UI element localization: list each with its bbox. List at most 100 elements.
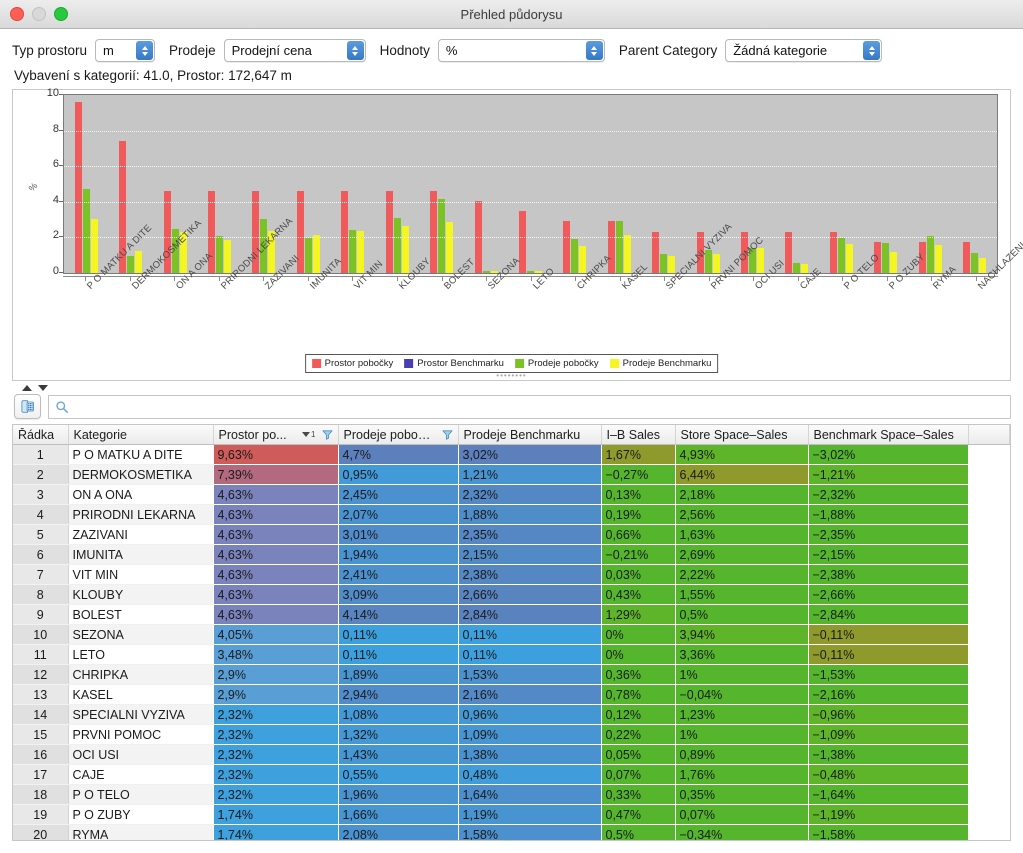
cell-store-sales: 2,07%: [338, 504, 459, 525]
cell-store-sales: 1,32%: [338, 724, 459, 745]
maximize-window-button[interactable]: [54, 7, 68, 21]
x-label-cell: ZAZIVANI: [241, 253, 302, 370]
column-header-sls[interactable]: Prodeje pobočky: [338, 425, 459, 445]
cell-benchmark-space-sales: −0,96%: [808, 704, 969, 725]
cell-benchmark-space-sales: −2,32%: [808, 484, 969, 505]
chevron-updown-icon[interactable]: [136, 41, 154, 60]
search-input[interactable]: [75, 398, 1010, 415]
data-table: Řádka Kategorie Prostor po... 1 Prodeje pobo…: [13, 425, 1010, 840]
column-header-sp[interactable]: Prostor po... 1: [213, 425, 339, 445]
pane-splitter[interactable]: [0, 381, 1023, 394]
values-value: %: [445, 43, 458, 58]
table-row[interactable]: 17 CAJE 2,32% 0,55% 0,48% 0,07% 1,76% −0,48%: [13, 764, 1010, 785]
cell-store-space-sales: 0,89%: [675, 744, 809, 765]
cell-store-space: 4,05%: [213, 624, 339, 645]
bar-group: [597, 95, 641, 273]
bar-prodeje-pobočky: [571, 239, 579, 273]
legend-item[interactable]: Prodeje pobočky: [514, 358, 599, 369]
table-row[interactable]: 20 RYMA 1,74% 2,08% 1,58% 0,5% −0,34% −1,58%: [13, 824, 1010, 840]
cell-benchmark-space-sales: −1,19%: [808, 804, 969, 825]
cell-row-number: 14: [13, 704, 69, 725]
cell-row-number: 8: [13, 584, 69, 605]
cell-category: ON A ONA: [68, 484, 214, 505]
search-icon: [56, 400, 69, 413]
cell-store-sales: 1,43%: [338, 744, 459, 765]
legend-item[interactable]: Prodeje Benchmarku: [609, 358, 711, 369]
cell-category: PRVNI POMOC: [68, 724, 214, 745]
cell-store-space-sales: 2,56%: [675, 504, 809, 525]
cell-spacer: [968, 464, 1010, 485]
grid-line: [64, 237, 997, 239]
cell-store-space: 9,63%: [213, 444, 339, 465]
parent-category-label: Parent Category: [618, 43, 718, 58]
cell-spacer: [968, 604, 1010, 625]
sort-indicator[interactable]: 1: [297, 430, 316, 439]
table-row[interactable]: 8 KLOUBY 4,63% 3,09% 2,66% 0,43% 1,55% −2,66%: [13, 584, 1010, 605]
values-select[interactable]: %: [437, 39, 605, 62]
filter-funnel-icon[interactable]: [322, 429, 333, 440]
table-row[interactable]: 18 P O TELO 2,32% 1,96% 1,64% 0,33% 0,35% −1,64…: [13, 784, 1010, 805]
chevron-updown-icon[interactable]: [863, 41, 881, 60]
table-row[interactable]: 7 VIT MIN 4,63% 2,41% 2,38% 0,03% 2,22% −2,38%: [13, 564, 1010, 585]
legend-item[interactable]: Prostor pobočky: [311, 358, 393, 369]
resize-grip-icon[interactable]: ••••••••: [496, 371, 526, 380]
chevron-updown-icon[interactable]: [585, 41, 603, 60]
cell-benchmark-space-sales: −1,38%: [808, 744, 969, 765]
legend-item[interactable]: Prostor Benchmarku: [404, 358, 504, 369]
table-row[interactable]: 2 DERMOKOSMETIKA 7,39% 0,95% 1,21% −0,27% 6,44…: [13, 464, 1010, 485]
search-field[interactable]: [48, 394, 1011, 419]
column-header-bsls[interactable]: Prodeje Benchmarku: [458, 425, 602, 445]
table-row[interactable]: 9 BOLEST 4,63% 4,14% 2,84% 1,29% 0,5% −2,84%: [13, 604, 1010, 625]
window-controls[interactable]: [10, 0, 68, 28]
column-header-ss[interactable]: Store Space–Sales: [675, 425, 809, 445]
cell-row-number: 20: [13, 824, 69, 840]
table-view-button[interactable]: [14, 394, 41, 419]
filter-funnel-icon[interactable]: [442, 429, 453, 440]
data-table-panel[interactable]: Řádka Kategorie Prostor po... 1 Prodeje pobo…: [12, 424, 1011, 841]
column-header-cat[interactable]: Kategorie: [68, 425, 214, 445]
table-row[interactable]: 3 ON A ONA 4,63% 2,45% 2,32% 0,13% 2,18% −2,32%: [13, 484, 1010, 505]
column-header-row[interactable]: Řádka: [13, 425, 69, 445]
table-row[interactable]: 13 KASEL 2,9% 2,94% 2,16% 0,78% −0,04% −2,16%: [13, 684, 1010, 705]
bar-prodeje-pobočky: [127, 256, 135, 273]
space-type-select[interactable]: m: [95, 39, 156, 62]
legend-swatch: [609, 359, 619, 368]
y-tick-label: 10: [46, 87, 59, 99]
cell-spacer: [968, 544, 1010, 565]
y-tick-mark: [59, 94, 63, 95]
chevron-updown-icon[interactable]: [346, 41, 364, 60]
column-header-label: Prodeje pobočky: [343, 427, 436, 442]
table-row[interactable]: 14 SPECIALNI VYZIVA 2,32% 1,08% 0,96% 0,12% 1,…: [13, 704, 1010, 725]
parent-category-select[interactable]: Žádná kategorie: [725, 39, 883, 62]
cell-ib-sales: 0,43%: [601, 584, 676, 605]
table-row[interactable]: 6 IMUNITA 4,63% 1,94% 2,15% −0,21% 2,69% −2,15%: [13, 544, 1010, 565]
column-header-ib[interactable]: I–B Sales: [601, 425, 676, 445]
cell-ib-sales: 0%: [601, 644, 676, 665]
cell-row-number: 11: [13, 644, 69, 665]
x-label-cell: OCI USI: [731, 258, 787, 370]
collapse-up-icon[interactable]: [22, 384, 32, 391]
bar-group: [508, 95, 552, 273]
expand-down-icon[interactable]: [38, 384, 48, 391]
table-row[interactable]: 4 PRIRODNI LEKARNA 4,63% 2,07% 1,88% 0,19% 2,5…: [13, 504, 1010, 525]
cell-ib-sales: 0,05%: [601, 744, 676, 765]
close-window-button[interactable]: [10, 7, 24, 21]
minimize-window-button[interactable]: [32, 7, 46, 21]
table-row[interactable]: 5 ZAZIVANI 4,63% 3,01% 2,35% 0,66% 1,63% −2,35%: [13, 524, 1010, 545]
bar-prostor-pobočky: [74, 101, 82, 273]
table-row[interactable]: 16 OCI USI 2,32% 1,43% 1,38% 0,05% 0,89% −1,38%: [13, 744, 1010, 765]
table-row[interactable]: 12 CHRIPKA 2,9% 1,89% 1,53% 0,36% 1% −1,53%: [13, 664, 1010, 685]
table-row[interactable]: 1P O MATKU A DITE 9,63% 4,7% 3,02% 1,67% 4,93…: [13, 444, 1010, 465]
table-row[interactable]: 15 PRVNI POMOC 2,32% 1,32% 1,09% 0,22% 1% −1,09…: [13, 724, 1010, 745]
table-row[interactable]: 19 P O ZUBY 1,74% 1,66% 1,19% 0,47% 0,07% −1,19…: [13, 804, 1010, 825]
bar-group: [286, 95, 330, 273]
cell-store-space: 1,74%: [213, 804, 339, 825]
sales-select[interactable]: Prodejní cena: [223, 39, 366, 62]
column-header-bss[interactable]: Benchmark Space–Sales: [808, 425, 969, 445]
table-row[interactable]: 11 LETO 3,48% 0,11% 0,11% 0% 3,36% −0,11%: [13, 644, 1010, 665]
cell-store-space: 2,9%: [213, 664, 339, 685]
cell-store-space-sales: 2,18%: [675, 484, 809, 505]
cell-store-space-sales: 3,94%: [675, 624, 809, 645]
bar-prodeje-benchmarku: [312, 234, 320, 273]
table-row[interactable]: 10 SEZONA 4,05% 0,11% 0,11% 0% 3,94% −0,11%: [13, 624, 1010, 645]
